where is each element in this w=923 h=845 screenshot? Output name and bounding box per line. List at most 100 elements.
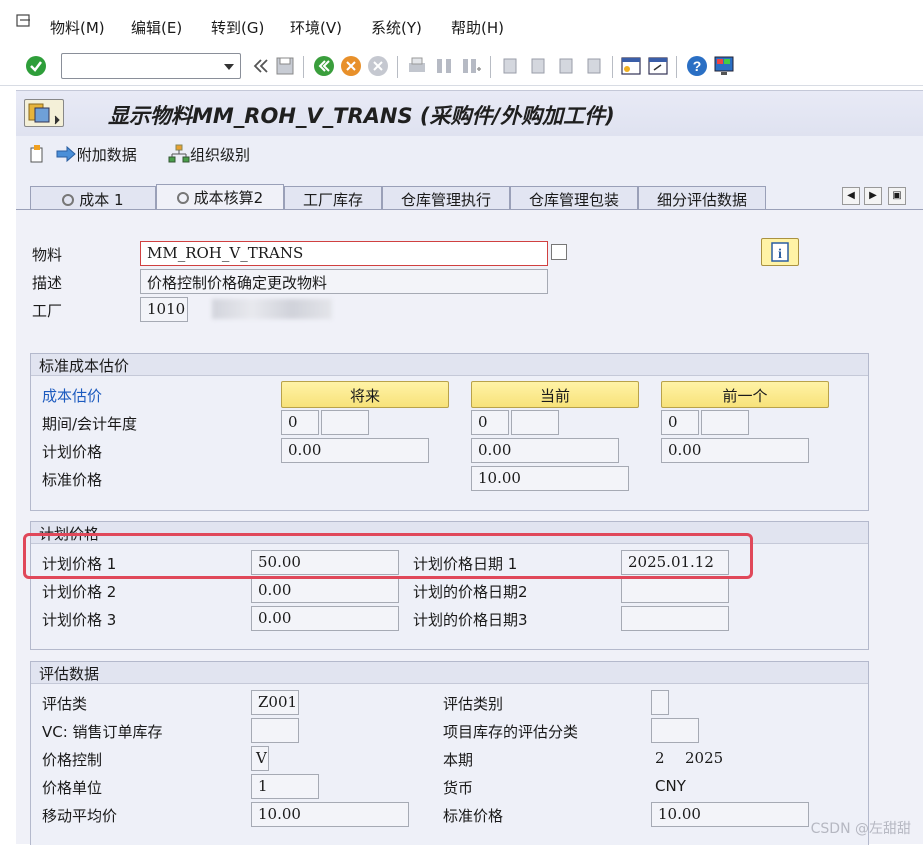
previous-button[interactable]: 前一个 (661, 381, 829, 408)
title-bar: 显示物料MM_ROH_V_TRANS (采购件/外购加工件) (16, 90, 923, 136)
plant-name-blurred (212, 299, 332, 319)
enter-icon[interactable] (25, 55, 47, 77)
plant-field: 1010 (140, 297, 188, 322)
cost-estimate-label[interactable]: 成本估价 (42, 385, 102, 406)
back-arrows-icon[interactable] (249, 55, 271, 77)
tab-list-icon[interactable]: ▣ (888, 187, 906, 205)
svg-text:i: i (778, 247, 782, 262)
menu-system[interactable]: 系统(Y) (371, 17, 422, 38)
toolbar-separator (676, 56, 677, 78)
val-class-field: Z001 (251, 690, 299, 715)
current-period-value: 2 (655, 749, 665, 767)
planned-price-2-label: 计划价格 2 (42, 583, 117, 601)
period-label: 期间/会计年度 (42, 415, 138, 433)
arrow-right-icon (56, 145, 76, 163)
tab-label: 细分评估数据 (656, 191, 747, 209)
current-std-field: 10.00 (471, 466, 629, 491)
svg-text:?: ? (693, 58, 702, 74)
currency-label: 货币 (443, 779, 474, 797)
shortcut-icon[interactable] (647, 55, 669, 77)
display-material-icon[interactable] (24, 99, 64, 127)
planned-price-2-field: 0.00 (251, 578, 399, 603)
previous-planned-field: 0.00 (661, 438, 809, 463)
last-page-icon[interactable] (583, 55, 605, 77)
find-next-icon[interactable] (460, 55, 482, 77)
menu-goto[interactable]: 转到(G) (211, 17, 264, 38)
std-price-label: 标准价格 (42, 471, 103, 489)
toolbar-separator (303, 56, 304, 78)
menu-material[interactable]: 物料(M) (50, 17, 105, 38)
info-button[interactable]: i (761, 238, 799, 266)
current-period-field: 0 (471, 410, 509, 435)
page-title: 显示物料MM_ROH_V_TRANS (采购件/外购加工件) (108, 104, 615, 128)
chevron-down-icon[interactable] (224, 64, 234, 70)
tab-costing-1[interactable]: 成本 1 (30, 186, 156, 210)
org-levels-button[interactable]: 组织级别 (168, 144, 250, 165)
tab-icon (62, 194, 75, 206)
toolbar-separator (490, 56, 491, 78)
menu-help[interactable]: 帮助(H) (451, 17, 504, 38)
current-planned-field: 0.00 (471, 438, 619, 463)
menu-environment[interactable]: 环境(V) (290, 17, 342, 38)
cancel-icon[interactable] (367, 55, 389, 77)
next-page-icon[interactable] (555, 55, 577, 77)
tab-wm-packaging[interactable]: 仓库管理包装 (510, 186, 638, 210)
prev-page-icon[interactable] (527, 55, 549, 77)
tab-costing-2[interactable]: 成本核算2 (156, 184, 284, 210)
planned-date-3-label: 计划的价格日期3 (413, 611, 528, 629)
exit-icon[interactable] (340, 55, 362, 77)
planned-date-2-field (621, 578, 729, 603)
document-icon (30, 145, 43, 163)
new-session-icon[interactable] (620, 55, 642, 77)
planned-date-3-field (621, 606, 729, 631)
main-content: 物料 MM_ROH_V_TRANS i 描述 价格控制价格确定更改物料 工厂 1… (16, 209, 923, 845)
tab-strip: 成本 1 成本核算2 工厂库存 仓库管理执行 仓库管理包装 细分评估数据 ◀ ▶… (16, 174, 923, 210)
additional-data-button[interactable]: 附加数据 (28, 144, 137, 165)
find-icon[interactable] (433, 55, 455, 77)
org-levels-label: 组织级别 (190, 146, 251, 164)
current-button[interactable]: 当前 (471, 381, 639, 408)
future-button[interactable]: 将来 (281, 381, 449, 408)
material-field[interactable]: MM_ROH_V_TRANS (140, 241, 548, 266)
info-icon: i (771, 242, 789, 262)
std-cost-group: 标准成本估价 成本估价 将来 当前 前一个 期间/会计年度 0 0 0 计划价格… (30, 353, 869, 511)
tab-scroll-left-icon[interactable]: ◀ (842, 187, 860, 205)
tab-wm-execution[interactable]: 仓库管理执行 (382, 186, 510, 210)
save-icon[interactable] (274, 55, 296, 77)
planned-price-label: 计划价格 (42, 443, 103, 461)
valuation-title: 评估数据 (31, 662, 868, 684)
val-category-label: 评估类别 (443, 695, 504, 713)
map-label: 移动平均价 (42, 807, 118, 825)
system-toolbar: ? (0, 48, 923, 86)
previous-period-field: 0 (661, 410, 699, 435)
print-icon[interactable] (406, 55, 428, 77)
proj-stock-label: 项目库存的评估分类 (443, 723, 579, 741)
material-label: 物料 (32, 246, 63, 264)
val-std-price-field: 10.00 (651, 802, 809, 827)
tab-plant-stock[interactable]: 工厂库存 (284, 186, 382, 210)
planned-date-2-label: 计划的价格日期2 (413, 583, 528, 601)
future-year-field (321, 410, 369, 435)
description-field: 价格控制价格确定更改物料 (140, 269, 548, 294)
tab-split-valuation[interactable]: 细分评估数据 (638, 186, 766, 210)
current-year-field (511, 410, 559, 435)
toolbar-separator (612, 56, 613, 78)
command-field[interactable] (61, 53, 241, 79)
menu-edit[interactable]: 编辑(E) (131, 17, 182, 38)
tab-label: 仓库管理执行 (400, 191, 491, 209)
customize-layout-icon[interactable] (713, 55, 735, 77)
val-class-label: 评估类 (42, 695, 88, 713)
proj-stock-field (651, 718, 699, 743)
tab-scroll-right-icon[interactable]: ▶ (864, 187, 882, 205)
current-period-label: 本期 (443, 751, 474, 769)
first-page-icon[interactable] (499, 55, 521, 77)
tab-icon (176, 192, 189, 204)
price-control-field: V (251, 746, 269, 771)
price-unit-field: 1 (251, 774, 319, 799)
menu-arrow-icon[interactable] (16, 14, 34, 30)
help-icon[interactable]: ? (686, 55, 708, 77)
vc-label: VC: 销售订单库存 (42, 723, 163, 741)
tab-label: 成本核算2 (193, 189, 264, 207)
copy-icon[interactable] (551, 244, 567, 260)
back-icon[interactable] (313, 55, 335, 77)
